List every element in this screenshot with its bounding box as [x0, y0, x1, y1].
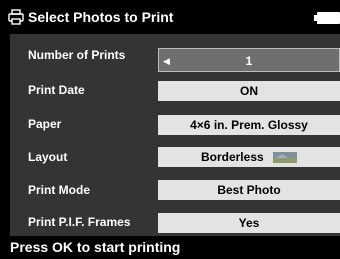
label-print-pif-frames: Print P.I.F. Frames — [28, 215, 131, 229]
layout-value-text: Borderless — [200, 150, 264, 164]
label-paper: Paper — [28, 117, 62, 131]
title-bar: Select Photos to Print — [0, 0, 340, 34]
number-of-prints-value[interactable]: ◀ 1 — [158, 48, 340, 72]
print-mode-value[interactable]: Best Photo — [158, 180, 340, 200]
status-bar: Press OK to start printing — [0, 236, 340, 259]
print-pif-frames-value[interactable]: Yes — [158, 213, 340, 233]
status-text: Press OK to start printing — [10, 239, 181, 255]
label-print-date: Print Date — [28, 83, 85, 97]
print-date-value[interactable]: ON — [158, 81, 340, 101]
left-arrow-icon: ◀ — [163, 56, 170, 66]
label-number-of-prints: Number of Prints — [28, 48, 126, 62]
paper-value[interactable]: 4×6 in. Prem. Glossy — [158, 115, 340, 135]
layout-value[interactable]: Borderless — [158, 147, 340, 167]
page-title: Select Photos to Print — [28, 9, 174, 25]
label-print-mode: Print Mode — [28, 183, 90, 197]
battery-icon — [314, 12, 340, 24]
label-layout: Layout — [28, 150, 68, 164]
lcd-screen: Select Photos to Print Number of Prints … — [0, 0, 340, 259]
borderless-thumbnail-icon — [273, 152, 298, 164]
print-icon — [8, 9, 24, 25]
number-of-prints-text: 1 — [245, 54, 253, 68]
